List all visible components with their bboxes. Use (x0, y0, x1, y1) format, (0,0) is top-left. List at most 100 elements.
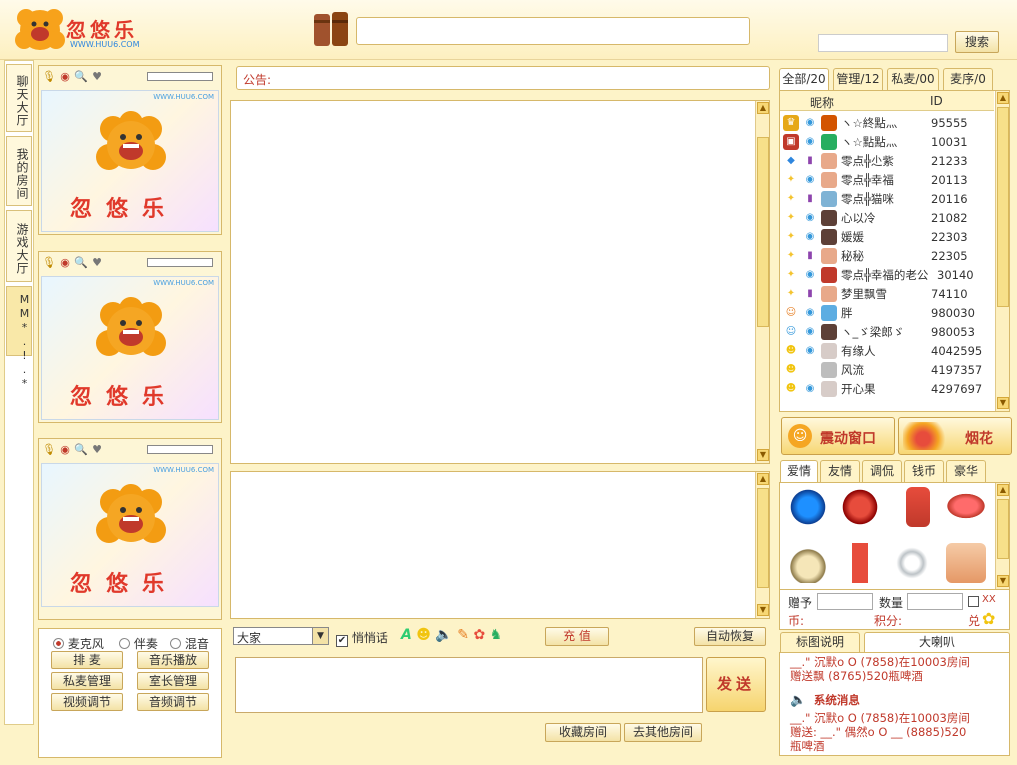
quantity-input[interactable] (907, 593, 963, 610)
scroll-up-icon[interactable]: ▲ (757, 102, 769, 114)
heart-icon[interactable]: ♥ (90, 443, 104, 457)
scroll-thumb[interactable] (997, 107, 1009, 307)
camera-icon[interactable]: ◉ (58, 443, 72, 457)
cartoon-gift-icon[interactable] (946, 543, 986, 583)
microphone-icon[interactable]: 🎙 (42, 70, 56, 84)
user-row[interactable]: ☻ ◉ 开心果 4297697 (780, 379, 994, 398)
firework-button[interactable]: 烟花 (898, 417, 1012, 455)
users-icon[interactable]: ♞ (490, 627, 503, 643)
volume-bar[interactable] (147, 445, 213, 454)
private-chat-scrollbar[interactable]: ▲ ▼ (755, 472, 769, 618)
gift-box-icon[interactable] (906, 487, 930, 527)
candle-gift-icon[interactable] (840, 543, 880, 583)
gift-tab-luxury[interactable]: 豪华 (946, 460, 986, 482)
scroll-down-icon[interactable]: ▼ (757, 449, 769, 461)
user-list-scrollbar[interactable]: ▲ ▼ (995, 91, 1009, 411)
exchange-label[interactable]: 兑 (968, 612, 980, 629)
blue-rose-gift-icon[interactable] (788, 487, 828, 527)
chat-scrollbar[interactable]: ▲ ▼ (755, 101, 769, 463)
scroll-thumb[interactable] (997, 499, 1009, 559)
camera-icon[interactable]: ◉ (58, 256, 72, 270)
user-row[interactable]: ☺ ◉ 胖 980030 (780, 303, 994, 322)
sidebar-tab-my-room[interactable]: 我的房间 (6, 136, 32, 206)
microphone-icon[interactable]: 🎙 (42, 256, 56, 270)
microphone-icon[interactable]: 🎙 (42, 443, 56, 457)
scroll-down-icon[interactable]: ▼ (997, 575, 1009, 587)
tab-mic-queue[interactable]: 麦序/0 (943, 68, 993, 90)
camera-icon[interactable]: ◉ (58, 70, 72, 84)
sidebar-tab-chat-hall[interactable]: 聊天大厅 (6, 64, 32, 132)
search-button[interactable]: 搜索 (955, 31, 999, 53)
user-row[interactable]: ☻ 风流 4197357 (780, 360, 994, 379)
brush-icon[interactable]: ✎ (457, 627, 469, 643)
user-row[interactable]: ☻ ◉ 有缘人 4042595 (780, 341, 994, 360)
font-icon[interactable]: A (401, 627, 412, 643)
tab-managers[interactable]: 管理/12 (833, 68, 883, 90)
tab-all-users[interactable]: 全部/20 (779, 68, 829, 90)
message-input[interactable] (235, 657, 703, 713)
send-button[interactable]: 发送 (706, 657, 766, 712)
recharge-button[interactable]: 充 值 (545, 627, 609, 646)
search-input[interactable] (818, 34, 948, 52)
user-row[interactable]: ✦ ◉ 零点╬幸福的老公 30140 (780, 265, 994, 284)
tab-loudspeaker[interactable]: 大喇叭 (864, 632, 1010, 652)
radio-accompaniment[interactable]: 伴奏 (119, 635, 158, 652)
gift-scrollbar[interactable]: ▲ ▼ (995, 483, 1009, 589)
favorite-room-button[interactable]: 收藏房间 (545, 723, 621, 742)
video-adjust-button[interactable]: 视频调节 (51, 693, 123, 711)
gift-checkbox[interactable] (968, 596, 979, 607)
tab-icon-legend[interactable]: 标图说明 (780, 632, 860, 652)
red-rose-gift-icon[interactable] (840, 487, 880, 527)
user-row[interactable]: ♛ ◉ ヽ☆終點灬 95555 (780, 113, 994, 132)
audio-adjust-button[interactable]: 音频调节 (137, 693, 209, 711)
user-row[interactable]: ▣ ◉ ヽ☆點點灬 10031 (780, 132, 994, 151)
zoom-icon[interactable]: 🔍 (74, 256, 88, 270)
scroll-thumb[interactable] (757, 488, 769, 588)
private-mic-manage-button[interactable]: 私麦管理 (51, 672, 123, 690)
gift-tab-friendship[interactable]: 友情 (820, 460, 860, 482)
room-owner-manage-button[interactable]: 室长管理 (137, 672, 209, 690)
user-row[interactable]: ✦ ◉ 心以冷 21082 (780, 208, 994, 227)
radio-mix[interactable]: 混音 (170, 635, 209, 652)
volume-bar[interactable] (147, 72, 213, 81)
sidebar-tab-mm[interactable]: MM*.!.* (6, 286, 32, 391)
user-row[interactable]: ✦ ◉ 媛媛 22303 (780, 227, 994, 246)
user-row[interactable]: ✦ ▮ 零点╬猫咪 20116 (780, 189, 994, 208)
queue-mic-button[interactable]: 排 麦 (51, 651, 123, 669)
ring-gift-icon[interactable] (892, 543, 932, 583)
exchange-icon[interactable]: ✿ (982, 609, 995, 628)
auto-recover-button[interactable]: 自动恢复 (694, 627, 766, 646)
give-to-input[interactable] (817, 593, 873, 610)
volume-bar[interactable] (147, 258, 213, 267)
gift-tab-tease[interactable]: 调侃 (862, 460, 902, 482)
emoji-icon[interactable]: ☻ (416, 627, 431, 643)
scroll-up-icon[interactable]: ▲ (757, 473, 769, 485)
radio-microphone[interactable]: 麦克风 (53, 635, 104, 652)
other-rooms-button[interactable]: 去其他房间 (624, 723, 702, 742)
heart-icon[interactable]: ♥ (90, 256, 104, 270)
whisper-checkbox[interactable]: ✔ 悄悄话 (336, 629, 388, 647)
heart-icon[interactable]: ♥ (90, 70, 104, 84)
user-row[interactable]: ✦ ▮ 秘秘 22305 (780, 246, 994, 265)
sound-icon[interactable]: 🔈 (435, 627, 452, 643)
zoom-icon[interactable]: 🔍 (74, 70, 88, 84)
scroll-thumb[interactable] (757, 137, 769, 327)
shake-window-button[interactable]: ☺ 震动窗口 (781, 417, 895, 455)
scroll-down-icon[interactable]: ▼ (997, 397, 1009, 409)
scroll-up-icon[interactable]: ▲ (997, 484, 1009, 496)
gift-tab-coins[interactable]: 钱币 (904, 460, 944, 482)
user-row[interactable]: ✦ ▮ 梦里飘雪 74110 (780, 284, 994, 303)
user-row[interactable]: ◆ ▮ 零点╬尐紫 21233 (780, 151, 994, 170)
user-row[interactable]: ☺ ◉ ヽ_ゞ梁郎ゞ 980053 (780, 322, 994, 341)
scroll-up-icon[interactable]: ▲ (997, 92, 1009, 104)
lips-gift-icon[interactable] (946, 493, 986, 519)
user-row[interactable]: ✦ ◉ 零点╬幸福 20113 (780, 170, 994, 189)
scroll-down-icon[interactable]: ▼ (757, 604, 769, 616)
sidebar-tab-game-hall[interactable]: 游戏大厅 (6, 210, 32, 282)
chat-target-select[interactable]: 大家 ▼ (233, 627, 329, 645)
chevron-down-icon[interactable]: ▼ (312, 628, 328, 644)
perfume-gift-icon[interactable] (788, 543, 828, 583)
zoom-icon[interactable]: 🔍 (74, 443, 88, 457)
music-play-button[interactable]: 音乐播放 (137, 651, 209, 669)
gift-tab-love[interactable]: 爱情 (780, 460, 818, 482)
